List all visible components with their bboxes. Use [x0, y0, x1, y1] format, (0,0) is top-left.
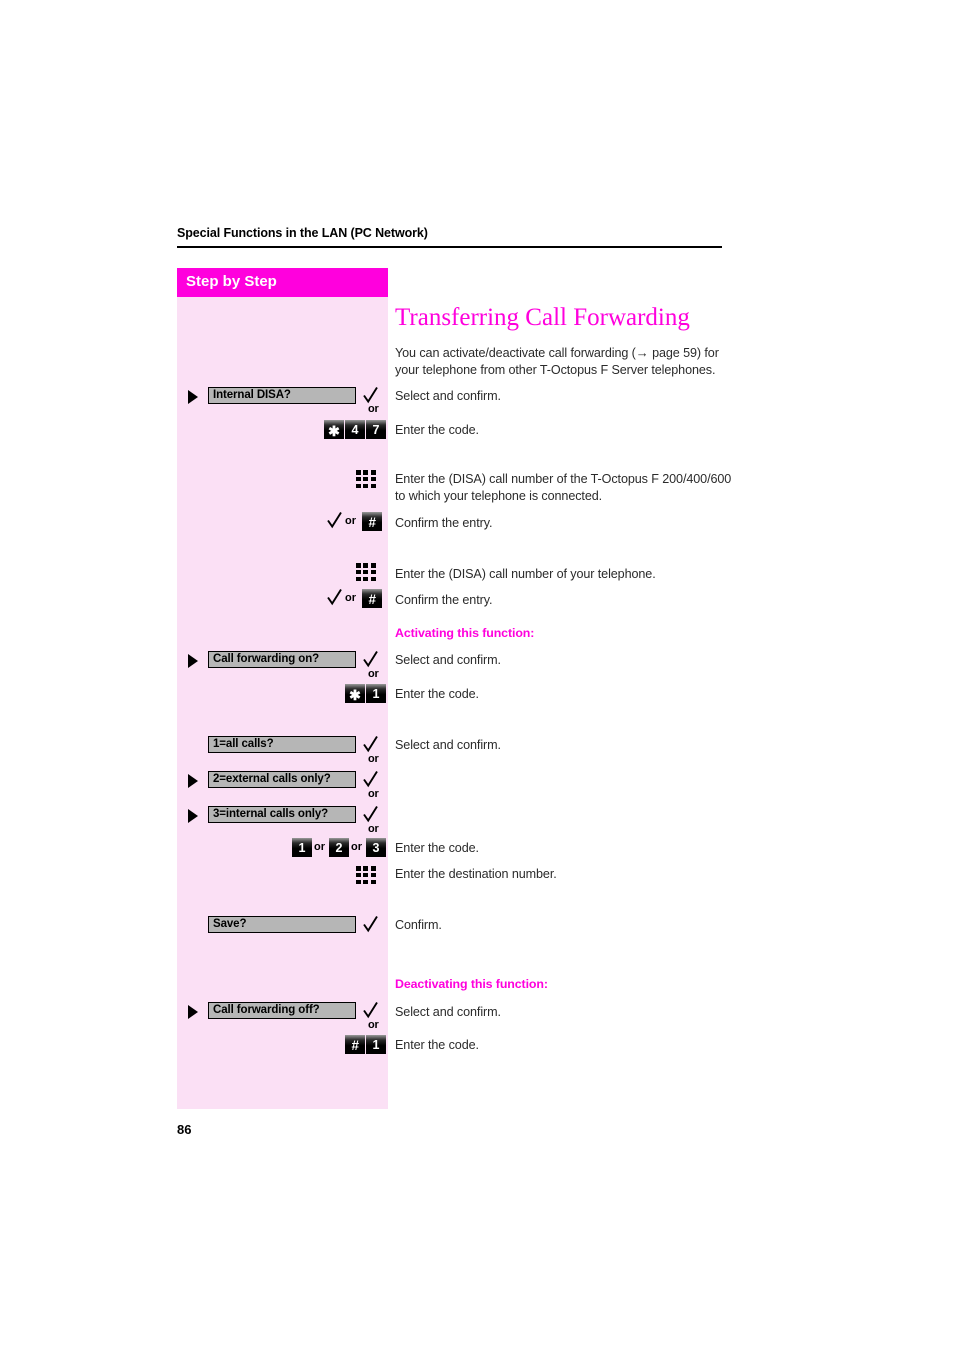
key-1[interactable]: 1	[366, 684, 386, 703]
desc-enter-disa-server: Enter the (DISA) call number of the T-Oc…	[395, 472, 732, 503]
step-row-code-star-4-7: ✱ 4 7	[177, 420, 388, 440]
key-hash-label: #	[351, 1037, 359, 1053]
key-hash[interactable]: #	[345, 1035, 365, 1054]
menu-option-external-calls-only[interactable]: 2=external calls only?	[208, 771, 356, 788]
menu-option-internal-calls-only[interactable]: 3=internal calls only?	[208, 806, 356, 823]
step-row-option-all-calls[interactable]: 1=all calls?	[177, 735, 388, 756]
step-by-step-header: Step by Step	[177, 268, 388, 297]
heading-activating: Activating this function:	[395, 626, 535, 640]
key-7[interactable]: 7	[366, 420, 386, 439]
keypad-icon[interactable]	[356, 470, 376, 489]
key-star-label: ✱	[328, 422, 340, 439]
triangle-marker-icon	[188, 809, 198, 823]
step-row-confirm-entry-1: or #	[177, 511, 388, 533]
checkmark-icon	[363, 735, 378, 754]
triangle-marker-icon	[188, 1005, 198, 1019]
step-row-confirm-entry-2: or #	[177, 588, 388, 610]
intro-paragraph: You can activate/deactivate call forward…	[395, 345, 740, 378]
menu-option-all-calls[interactable]: 1=all calls?	[208, 736, 356, 753]
step-row-internal-disa[interactable]: Internal DISA?	[177, 386, 388, 407]
or-label: or	[368, 1019, 379, 1031]
header-rule	[177, 246, 722, 248]
key-1-label: 1	[372, 687, 380, 702]
key-star[interactable]: ✱	[345, 684, 365, 703]
key-2[interactable]: 2	[329, 838, 349, 857]
desc-select-and-confirm-3: Select and confirm.	[395, 738, 501, 752]
key-1[interactable]: 1	[292, 838, 312, 857]
page-title: Transferring Call Forwarding	[395, 304, 690, 331]
checkmark-icon	[363, 650, 378, 669]
key-3[interactable]: 3	[366, 838, 386, 857]
desc-enter-disa-own: Enter the (DISA) call number of your tel…	[395, 567, 656, 581]
or-label: or	[368, 788, 379, 800]
desc-confirm: Confirm.	[395, 918, 442, 932]
step-row-keypad-server	[177, 470, 388, 490]
key-star[interactable]: ✱	[324, 420, 344, 439]
menu-option-call-forwarding-off[interactable]: Call forwarding off?	[208, 1002, 356, 1019]
manual-page: Special Functions in the LAN (PC Network…	[0, 0, 954, 1351]
desc-select-and-confirm-4: Select and confirm.	[395, 1005, 501, 1019]
or-label: or	[345, 592, 356, 604]
desc-select-and-confirm-2: Select and confirm.	[395, 653, 501, 667]
checkmark-icon	[327, 511, 342, 530]
key-3-label: 3	[372, 841, 380, 856]
step-row-keypad-destination	[177, 866, 388, 886]
checkmark-icon	[363, 805, 378, 824]
key-hash-label: #	[368, 591, 376, 607]
or-label: or	[314, 841, 325, 853]
or-label: or	[368, 753, 379, 765]
key-hash[interactable]: #	[362, 512, 382, 531]
triangle-marker-icon	[188, 654, 198, 668]
or-label: or	[368, 823, 379, 835]
running-head: Special Functions in the LAN (PC Network…	[177, 226, 428, 240]
step-by-step-label: Step by Step	[186, 273, 277, 290]
key-2-label: 2	[335, 841, 343, 856]
step-row-save[interactable]: Save?	[177, 915, 388, 936]
triangle-marker-icon	[188, 390, 198, 404]
or-label: or	[345, 515, 356, 527]
desc-confirm-entry-1: Confirm the entry.	[395, 516, 493, 530]
desc-enter-the-code-1: Enter the code.	[395, 423, 479, 437]
checkmark-icon	[363, 915, 378, 934]
desc-enter-the-code-2: Enter the code.	[395, 687, 479, 701]
key-7-label: 7	[372, 423, 380, 438]
key-hash-label: #	[368, 514, 376, 530]
heading-deactivating: Deactivating this function:	[395, 977, 548, 991]
step-row-keypad-own	[177, 563, 388, 583]
or-label: or	[368, 668, 379, 680]
intro-before-arrow: You can activate/deactivate call forward…	[395, 346, 636, 360]
checkmark-icon	[363, 770, 378, 789]
desc-select-and-confirm-1: Select and confirm.	[395, 389, 501, 403]
checkmark-icon	[363, 1001, 378, 1020]
page-number: 86	[177, 1122, 192, 1137]
menu-option-call-forwarding-on[interactable]: Call forwarding on?	[208, 651, 356, 668]
desc-enter-destination: Enter the destination number.	[395, 867, 557, 881]
key-1[interactable]: 1	[366, 1035, 386, 1054]
key-1-label: 1	[372, 1038, 380, 1053]
step-row-call-forwarding-off[interactable]: Call forwarding off?	[177, 1001, 388, 1022]
desc-enter-the-code-3: Enter the code.	[395, 841, 479, 855]
key-4-label: 4	[351, 423, 359, 438]
key-1-label: 1	[298, 841, 306, 856]
keypad-icon[interactable]	[356, 563, 376, 582]
menu-option-internal-disa[interactable]: Internal DISA?	[208, 387, 356, 404]
desc-confirm-entry-2: Confirm the entry.	[395, 593, 493, 607]
triangle-marker-icon	[188, 774, 198, 788]
checkmark-icon	[327, 588, 342, 607]
arrow-right-icon: →	[635, 345, 649, 360]
step-row-code-star-1: ✱ 1	[177, 684, 388, 704]
keypad-icon[interactable]	[356, 866, 376, 885]
step-row-code-hash-1: # 1	[177, 1035, 388, 1055]
step-row-code-1-2-3: 1 or 2 or 3	[177, 838, 388, 858]
key-hash[interactable]: #	[362, 589, 382, 608]
or-label: or	[351, 841, 362, 853]
step-row-option-internal-only[interactable]: 3=internal calls only?	[177, 805, 388, 826]
menu-option-save[interactable]: Save?	[208, 916, 356, 933]
desc-enter-the-code-4: Enter the code.	[395, 1038, 479, 1052]
step-row-call-forwarding-on[interactable]: Call forwarding on?	[177, 650, 388, 671]
key-star-label: ✱	[349, 686, 361, 703]
step-row-option-external-only[interactable]: 2=external calls only?	[177, 770, 388, 791]
or-label: or	[368, 403, 379, 415]
key-4[interactable]: 4	[345, 420, 365, 439]
